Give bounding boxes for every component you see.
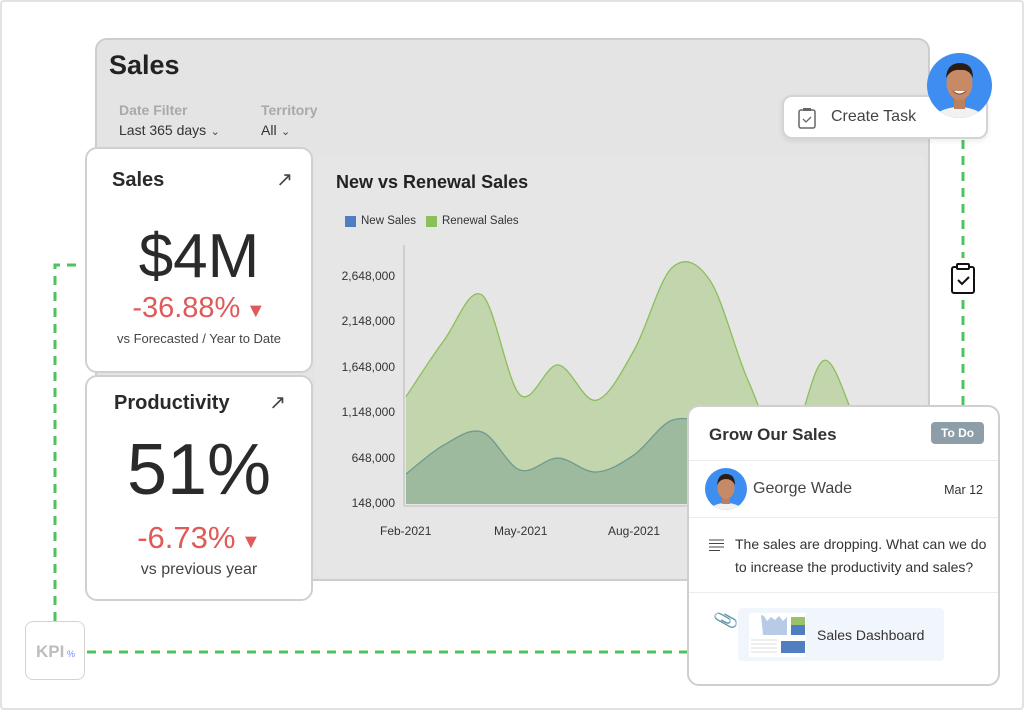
kpi-change: -6.73% <box>137 520 236 555</box>
x-tick-label: May-2021 <box>494 524 548 538</box>
x-tick-label: Feb-2021 <box>380 524 432 538</box>
status-badge[interactable]: To Do <box>931 422 985 444</box>
kpi-title: Sales <box>112 169 165 191</box>
assignee-avatar <box>705 468 747 510</box>
kpi-value: 51% <box>126 430 272 510</box>
create-task-label: Create Task <box>831 108 917 125</box>
divider <box>689 460 998 461</box>
y-tick-label: 148,000 <box>351 496 395 510</box>
kpi-badge-suffix: % <box>67 649 76 659</box>
clipboard-check-icon <box>798 108 816 129</box>
y-tick-label: 2,648,000 <box>341 269 395 283</box>
kpi-widget-icon: KPI % <box>25 621 85 680</box>
description-lines-icon <box>709 539 724 551</box>
kpi-value: $4M <box>138 222 260 291</box>
kpi-title: Productivity <box>114 392 230 414</box>
kpi-caption: vs Forecasted / Year to Date <box>116 331 282 346</box>
y-tick-label: 1,648,000 <box>341 359 395 374</box>
kpi-card-sales[interactable]: Sales ↗ $4M -36.88% ▼ vs Forecasted / Ye… <box>85 147 313 373</box>
attachment-name: Sales Dashboard <box>817 627 925 643</box>
dashboard-thumbnail <box>749 613 806 657</box>
divider <box>689 517 998 518</box>
kpi-change: -36.88% <box>132 292 241 324</box>
assignee-name: George Wade <box>753 480 853 497</box>
divider <box>689 592 998 593</box>
y-tick-label: 648,000 <box>351 450 395 465</box>
task-card[interactable]: Grow Our Sales To Do George Wade Mar 12 … <box>687 405 1000 686</box>
down-triangle-icon: ▼ <box>235 531 261 553</box>
task-title: Grow Our Sales <box>709 425 837 444</box>
task-date: Mar 12 <box>944 483 983 497</box>
expand-arrow-icon[interactable]: ↗ <box>276 167 293 192</box>
kpi-caption: vs previous year <box>140 561 258 578</box>
task-description: The sales are dropping. What can we do t… <box>735 536 987 575</box>
kpi-card-productivity[interactable]: Productivity ↗ 51% -6.73% ▼ vs previous … <box>85 375 313 601</box>
paperclip-icon: 📎 <box>712 606 740 634</box>
clipboard-check-icon <box>951 263 975 294</box>
expand-arrow-icon[interactable]: ↗ <box>269 390 286 415</box>
y-tick-label: 1,148,000 <box>341 405 395 420</box>
y-tick-label: 2,148,000 <box>341 314 395 329</box>
x-tick-label: Aug-2021 <box>608 524 661 538</box>
down-triangle-icon: ▼ <box>240 300 266 322</box>
kpi-badge-text: KPI <box>36 642 65 661</box>
user-avatar <box>927 53 992 118</box>
attachment-sales-dashboard[interactable]: Sales Dashboard <box>738 608 944 661</box>
